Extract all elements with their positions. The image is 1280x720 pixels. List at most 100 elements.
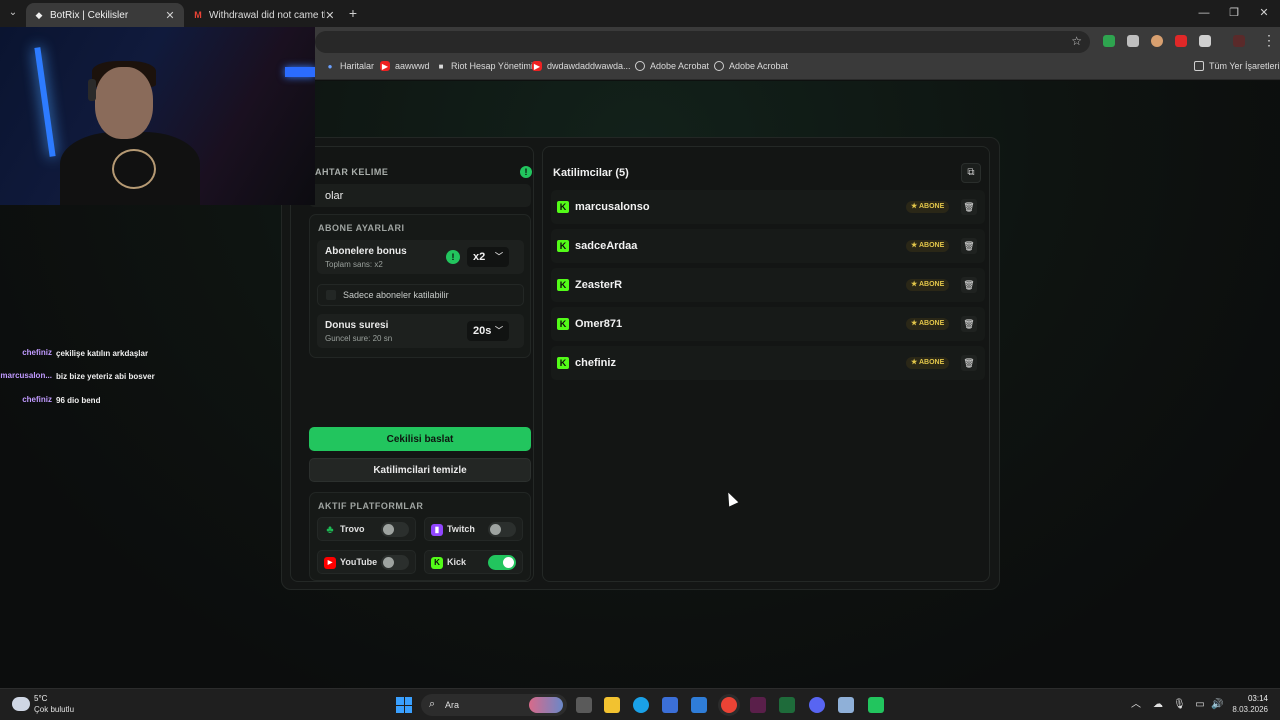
- chat-message: marcusalon... biz bize yeteriz abi bosve…: [0, 371, 160, 395]
- badge-label: ABONE: [918, 242, 945, 249]
- platform-name: Trovo: [340, 524, 365, 534]
- settings-icon[interactable]: [838, 697, 854, 713]
- bookmark-label: dwdawdaddwawda...: [547, 61, 631, 71]
- kick-icon: K: [557, 357, 569, 369]
- participant-row: K sadceArdaa ★ ABONE 🗑: [551, 229, 985, 263]
- puzzle-extensions-icon[interactable]: [1199, 35, 1211, 47]
- tab-title: BotRix | Cekilisler: [50, 9, 129, 21]
- tray-chevron-up-icon[interactable]: ︿: [1130, 699, 1142, 711]
- store-icon[interactable]: [662, 697, 678, 713]
- browser-menu-icon[interactable]: ⋮: [1262, 33, 1276, 47]
- bonus-info-icon[interactable]: !: [446, 250, 460, 264]
- only-subscribers-checkbox[interactable]: [326, 290, 336, 300]
- bonus-duration-title: Donus suresi: [325, 320, 389, 331]
- game-launcher-icon[interactable]: [779, 697, 795, 713]
- bonus-multiplier-select[interactable]: x2 ﹀: [467, 247, 509, 267]
- start-giveaway-button[interactable]: Cekilisi baslat: [309, 427, 531, 451]
- bookmark-label: Adobe Acrobat: [729, 61, 789, 71]
- tp-extension-icon[interactable]: [1175, 35, 1187, 47]
- headset-icon: [88, 79, 96, 101]
- tab-botrix[interactable]: ◆ BotRix | Cekilisler ✕: [26, 3, 184, 27]
- only-subscribers-row[interactable]: Sadece aboneler katilabilir: [317, 284, 524, 306]
- twitch-icon: ▮: [431, 524, 443, 536]
- cloud-icon[interactable]: [12, 697, 30, 711]
- onedrive-icon[interactable]: ☁: [1152, 699, 1164, 711]
- trash-icon[interactable]: 🗑: [961, 355, 977, 371]
- chrome-icon[interactable]: [721, 697, 737, 713]
- bookmark-aawwwd[interactable]: ▶ aawwwd: [380, 61, 430, 71]
- bonus-duration-select[interactable]: 20s ﹀: [467, 321, 509, 341]
- chat-username: chefiniz: [22, 395, 52, 404]
- riot-icon: ■: [438, 61, 444, 71]
- avatar-extension-icon[interactable]: [1151, 35, 1163, 47]
- tab-close-icon[interactable]: ✕: [325, 9, 335, 22]
- participant-row: K Omer871 ★ ABONE 🗑: [551, 307, 985, 341]
- address-bar[interactable]: ☆: [315, 31, 1090, 53]
- subscriber-settings-card: ABONE AYARLARI Abonelere bonus Toplam sa…: [309, 214, 531, 358]
- weather-temperature[interactable]: 5°C: [34, 694, 47, 703]
- clock-date[interactable]: 8.03.2026: [1228, 705, 1268, 714]
- subscriber-badge: ★ ABONE: [906, 357, 950, 369]
- app-icon[interactable]: [868, 697, 884, 713]
- trash-icon[interactable]: 🗑: [961, 199, 977, 215]
- youtube-toggle[interactable]: [381, 555, 409, 570]
- edge-icon[interactable]: [633, 697, 649, 713]
- subscriber-badge: ★ ABONE: [906, 279, 950, 291]
- tab-search-chevron-icon[interactable]: ⌄: [4, 4, 22, 22]
- mail-icon[interactable]: [691, 697, 707, 713]
- bookmark-riot[interactable]: ■ Riot Hesap Yönetimi: [436, 61, 533, 71]
- weather-description[interactable]: Çok bulutlu: [34, 705, 74, 714]
- trash-icon[interactable]: 🗑: [961, 277, 977, 293]
- file-explorer-icon[interactable]: [604, 697, 620, 713]
- tab-close-icon[interactable]: ✕: [164, 9, 176, 22]
- trash-icon[interactable]: 🗑: [961, 316, 977, 332]
- bookmark-haritalar[interactable]: ● Haritalar: [325, 61, 374, 71]
- youtube-icon: ▶: [380, 61, 390, 71]
- chat-text: çekilişe katılın arkdaşlar: [56, 349, 149, 358]
- twitch-toggle[interactable]: [488, 522, 516, 537]
- copy-icon[interactable]: ⧉: [961, 163, 981, 183]
- new-tab-plus-icon[interactable]: +: [346, 6, 360, 20]
- led-light-strip: [34, 47, 56, 157]
- volume-icon[interactable]: 🔊: [1211, 699, 1223, 711]
- only-subscribers-label: Sadece aboneler katilabilir: [343, 290, 449, 300]
- trovo-toggle[interactable]: [381, 522, 409, 537]
- shirt-logo: [112, 149, 156, 189]
- shield-extension-icon[interactable]: [1103, 35, 1115, 47]
- subscriber-settings-title: ABONE AYARLARI: [318, 223, 405, 233]
- gmail-favicon-icon: M: [194, 10, 202, 20]
- participant-name: Omer871: [575, 318, 623, 330]
- task-view-icon[interactable]: [576, 697, 592, 713]
- extension-icon[interactable]: [1127, 35, 1139, 47]
- taskbar-search[interactable]: ⌕ Ara: [421, 694, 567, 716]
- bookmark-star-icon[interactable]: ☆: [1071, 34, 1082, 48]
- kick-toggle[interactable]: [488, 555, 516, 570]
- bookmark-adobe-2[interactable]: Adobe Acrobat: [714, 61, 788, 71]
- clear-participants-button[interactable]: Katilimcilari temizle: [309, 458, 531, 482]
- toggle-knob: [503, 557, 514, 568]
- bookmark-adobe-1[interactable]: Adobe Acrobat: [635, 61, 709, 71]
- keyword-input[interactable]: [309, 184, 531, 207]
- platform-name: Twitch: [447, 524, 475, 534]
- chevron-down-icon: ﹀: [495, 252, 503, 261]
- keyword-info-icon[interactable]: !: [520, 166, 532, 178]
- microphone-icon[interactable]: 🎙: [1173, 699, 1186, 711]
- toggle-knob: [383, 524, 394, 535]
- discord-icon[interactable]: [809, 697, 825, 713]
- close-window-icon[interactable]: ✕: [1257, 6, 1271, 20]
- windows-start-icon[interactable]: [396, 697, 412, 713]
- bookmark-dwdaw[interactable]: ▶ dwdawdaddwawda...: [532, 61, 631, 71]
- clock-time[interactable]: 03:14: [1238, 694, 1268, 703]
- visual-studio-icon[interactable]: [750, 697, 766, 713]
- network-icon[interactable]: ▭: [1194, 699, 1206, 711]
- bonus-duration-value: 20s: [473, 325, 492, 337]
- tab-gmail[interactable]: M Withdrawal did not came throu ✕: [185, 3, 343, 27]
- trash-icon[interactable]: 🗑: [961, 238, 977, 254]
- profile-icon[interactable]: [1233, 35, 1245, 47]
- minimize-icon[interactable]: —: [1197, 6, 1211, 20]
- participant-row: K chefiniz ★ ABONE 🗑: [551, 346, 985, 380]
- youtube-icon: ▶: [532, 61, 542, 71]
- all-bookmarks[interactable]: Tüm Yer İşaretleri: [1194, 61, 1280, 71]
- maximize-icon[interactable]: ❐: [1227, 6, 1241, 20]
- active-platforms-card: AKTIF PLATFORMLAR ♣ Trovo ▮ Twitch ▶ You…: [309, 492, 531, 581]
